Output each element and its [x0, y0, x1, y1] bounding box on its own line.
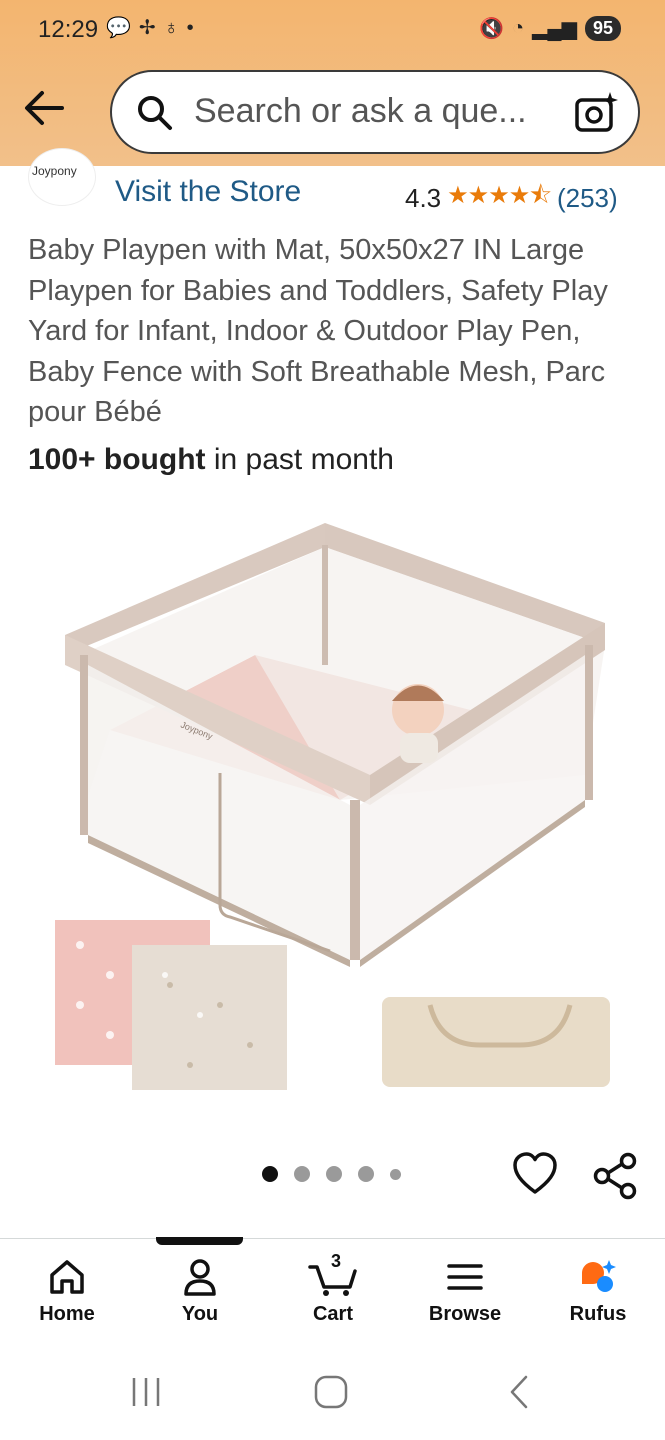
app-header: 12:29 💬 ✢ ♁ • 🔇 ◔ ▂▄▆ 95 Search or ask a… — [0, 0, 665, 166]
home-icon — [50, 1260, 84, 1294]
nav-you[interactable]: You — [145, 1257, 255, 1326]
carousel-dot[interactable] — [358, 1166, 374, 1182]
wifi-icon: ◔ — [511, 17, 525, 39]
rating-stars-icon: ★★★★⯪ — [447, 182, 552, 209]
carousel-dots[interactable] — [262, 1166, 401, 1182]
nav-browse[interactable]: Browse — [410, 1257, 520, 1326]
mute-icon: 🔇 — [479, 18, 504, 40]
bought-count-bold: 100+ bought — [28, 443, 206, 476]
review-count[interactable]: (253) — [557, 183, 618, 214]
system-icons: 🔇 ◔ ▂▄▆ 95 — [479, 16, 621, 41]
nav-rufus[interactable]: Rufus — [543, 1257, 653, 1326]
nav-rufus-label: Rufus — [569, 1303, 627, 1325]
notification-icons: 💬 ✢ ♁ • — [106, 16, 194, 40]
visit-store-link[interactable]: Visit the Store — [115, 175, 301, 209]
back-arrow-icon[interactable] — [22, 88, 66, 128]
person-icon: ♁ — [163, 17, 179, 39]
nav-cart[interactable]: 3 Cart — [278, 1251, 388, 1326]
home-button-icon[interactable] — [313, 1374, 349, 1410]
bought-count: 100+ bought in past month — [28, 443, 394, 477]
product-title: Baby Playpen with Mat, 50x50x27 IN Large… — [28, 234, 608, 429]
status-time: 12:29 — [38, 16, 99, 43]
nav-home[interactable]: Home — [12, 1257, 122, 1326]
system-back-icon[interactable] — [502, 1374, 538, 1410]
carousel-dot[interactable] — [294, 1166, 310, 1182]
nav-home-label: Home — [39, 1303, 95, 1325]
dot-icon: • — [186, 17, 194, 39]
carousel-dot-active[interactable] — [262, 1166, 278, 1182]
recent-apps-icon[interactable] — [128, 1374, 164, 1410]
chat-bubble-icon: 💬 — [106, 17, 131, 39]
search-icon — [138, 96, 172, 130]
bought-count-rest: in past month — [205, 443, 394, 476]
nav-cart-label: Cart — [312, 1303, 353, 1325]
carousel-dot[interactable] — [390, 1168, 401, 1180]
nav-active-indicator — [156, 1237, 243, 1245]
pinwheel-icon: ✢ — [138, 17, 156, 39]
rufus-icon — [582, 1260, 616, 1292]
nav-you-label: You — [181, 1303, 219, 1325]
search-input[interactable]: Search or ask a que... — [194, 92, 527, 131]
carousel-dot[interactable] — [326, 1166, 342, 1182]
system-nav-bar — [0, 1350, 665, 1440]
nav-browse-label: Browse — [428, 1303, 502, 1325]
heart-icon[interactable] — [512, 1152, 558, 1196]
share-icon[interactable] — [592, 1152, 638, 1200]
battery-indicator: 95 — [584, 16, 621, 41]
product-image[interactable]: Joypony — [40, 505, 630, 1105]
cart-count-badge: 3 — [331, 1251, 342, 1271]
rating-summary[interactable]: 4.3 ★★★★⯪ (253) — [405, 178, 618, 219]
person-icon — [184, 1259, 216, 1296]
camera-search-icon[interactable] — [574, 90, 618, 134]
status-bar: 12:29 💬 ✢ ♁ • 🔇 ◔ ▂▄▆ 95 — [0, 0, 665, 62]
menu-icon — [447, 1264, 483, 1290]
brand-logo-text: Joypony — [32, 164, 77, 178]
search-bar[interactable]: Search or ask a que... — [110, 70, 640, 154]
signal-icon: ▂▄▆ — [532, 18, 577, 40]
bottom-nav: Home You 3 Cart Browse Rufus — [0, 1237, 665, 1348]
rating-value: 4.3 — [405, 183, 442, 213]
